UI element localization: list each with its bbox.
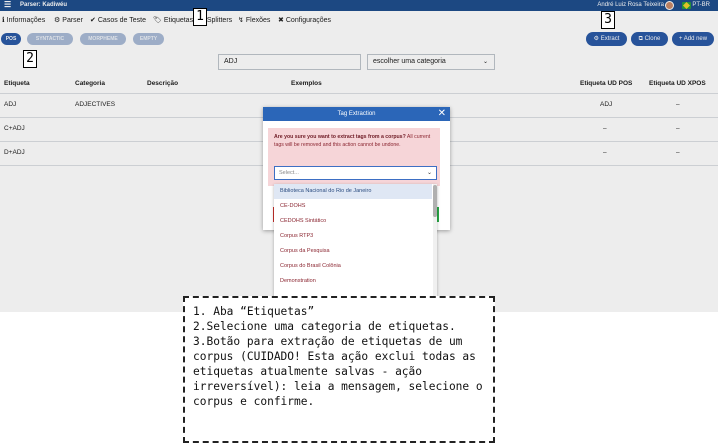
instructions-note: 1. Aba “Etiquetas” 2.Selecione uma categ… bbox=[183, 296, 495, 443]
corpus-select-placeholder: Select... bbox=[279, 170, 299, 176]
close-icon[interactable]: ✕ bbox=[438, 107, 446, 121]
annotation-marker-3: 3 bbox=[601, 11, 615, 29]
corpus-dropdown-list: Biblioteca Nacional do Rio de Janeiro CE… bbox=[274, 184, 437, 312]
dropdown-option[interactable]: Demonstration bbox=[274, 274, 432, 289]
corpus-select[interactable]: Select... ⌄ bbox=[274, 166, 437, 180]
dropdown-option[interactable]: CEDOHS Sintático bbox=[274, 214, 432, 229]
chevron-down-icon: ⌄ bbox=[426, 170, 432, 176]
annotation-marker-1: 1 bbox=[193, 8, 207, 26]
dropdown-option[interactable]: CE-DOHS bbox=[274, 199, 432, 214]
dropdown-option[interactable]: Corpus RTP3 bbox=[274, 229, 432, 244]
alert-question: Are you sure you want to extract tags fr… bbox=[274, 134, 406, 140]
dropdown-option[interactable]: Corpus da Pesquisa bbox=[274, 244, 432, 259]
annotation-marker-2: 2 bbox=[23, 50, 37, 68]
modal-title: Tag Extraction bbox=[337, 111, 376, 117]
modal-header: Tag Extraction ✕ bbox=[263, 107, 450, 121]
dropdown-option[interactable]: Corpus do Brasil Colônia bbox=[274, 259, 432, 274]
dropdown-option[interactable]: Biblioteca Nacional do Rio de Janeiro bbox=[274, 184, 432, 199]
dropdown-scrollbar[interactable] bbox=[433, 184, 437, 312]
scroll-thumb[interactable] bbox=[433, 185, 437, 217]
